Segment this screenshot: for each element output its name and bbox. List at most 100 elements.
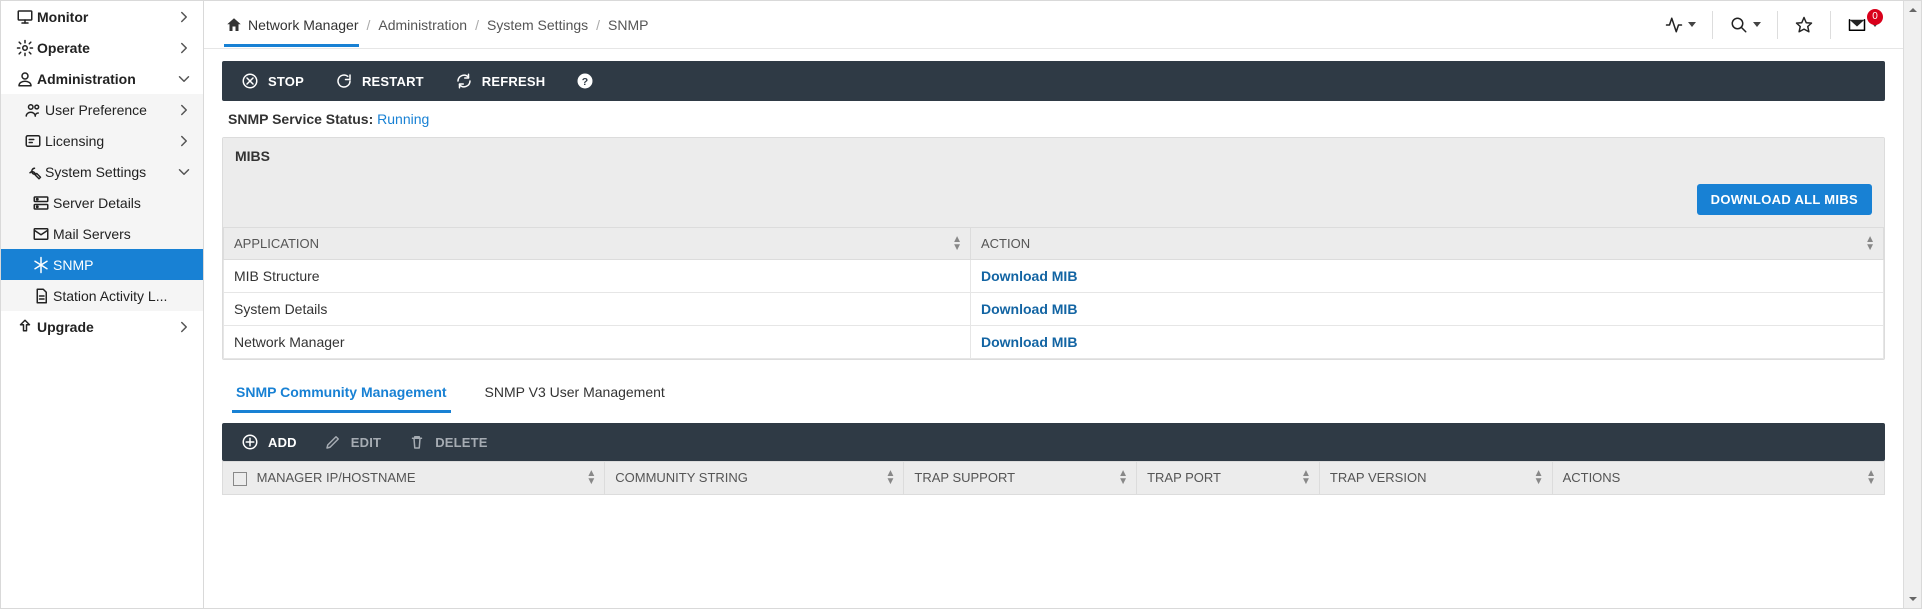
add-button[interactable]: ADD <box>240 432 297 452</box>
stop-button[interactable]: STOP <box>240 71 304 91</box>
breadcrumb-item-2[interactable]: System Settings <box>487 17 588 33</box>
col-application[interactable]: APPLICATION ▲▼ <box>224 228 971 260</box>
favorites-icon[interactable] <box>1794 15 1814 35</box>
col-actions[interactable]: ACTIONS ▲▼ <box>1552 462 1884 495</box>
search-icon[interactable] <box>1729 15 1761 35</box>
breadcrumb-sep: / <box>596 17 600 33</box>
breadcrumb-home-label: Network Manager <box>248 17 359 33</box>
select-all-checkbox[interactable] <box>233 472 247 486</box>
managers-table: MANAGER IP/HOSTNAME ▲▼ COMMUNITY STRING … <box>222 461 1885 495</box>
cell-action: Download MIB <box>971 260 1884 293</box>
sidebar-item-monitor[interactable]: Monitor <box>1 1 203 32</box>
service-status: SNMP Service Status: Running <box>222 101 1885 137</box>
topbar: Network Manager / Administration / Syste… <box>204 1 1903 49</box>
delete-label: DELETE <box>435 435 487 450</box>
download-mib-link[interactable]: Download MIB <box>981 268 1077 284</box>
table-row: MIB StructureDownload MIB <box>224 260 1884 293</box>
activity-icon[interactable] <box>1664 15 1696 35</box>
chevron-right-icon <box>175 131 193 151</box>
sidebar-item-snmp[interactable]: SNMP <box>1 249 203 280</box>
col-trap-port-label: TRAP PORT <box>1147 470 1221 485</box>
cell-action: Download MIB <box>971 293 1884 326</box>
sort-icon: ▲▼ <box>1534 470 1544 486</box>
col-trap-support[interactable]: TRAP SUPPORT ▲▼ <box>904 462 1137 495</box>
home-icon <box>224 15 244 35</box>
sidebar-item-user-pref[interactable]: User Preference <box>1 94 203 125</box>
mibs-rows: MIB StructureDownload MIBSystem Details D… <box>224 260 1884 359</box>
scroll-down-icon[interactable] <box>1904 590 1921 608</box>
mibs-panel: MIBS DOWNLOAD ALL MIBS APPLICATION ▲▼ AC… <box>222 137 1885 360</box>
col-action-label: ACTION <box>981 236 1030 251</box>
restart-label: RESTART <box>362 74 424 89</box>
caret-down-icon <box>1688 22 1696 27</box>
mail-icon <box>29 224 53 244</box>
top-actions: 0 <box>1664 11 1889 39</box>
breadcrumb-item-1[interactable]: Administration <box>378 17 467 33</box>
edit-label: EDIT <box>351 435 381 450</box>
mibs-title: MIBS <box>223 138 1884 174</box>
download-all-mibs-button[interactable]: DOWNLOAD ALL MIBS <box>1697 184 1872 215</box>
col-application-label: APPLICATION <box>234 236 319 251</box>
breadcrumb: Network Manager / Administration / Syste… <box>224 5 648 44</box>
download-mib-link[interactable]: Download MIB <box>981 301 1077 317</box>
col-trap-port[interactable]: TRAP PORT ▲▼ <box>1137 462 1320 495</box>
managers-toolbar: ADD EDIT DELETE <box>222 423 1885 461</box>
refresh-button[interactable]: REFRESH <box>454 71 546 91</box>
chevron-right-icon <box>175 7 193 27</box>
sidebar-item-server-details[interactable]: Server Details <box>1 187 203 218</box>
col-trap-version-label: TRAP VERSION <box>1330 470 1427 485</box>
sidebar-item-station-log[interactable]: Station Activity L... <box>1 280 203 311</box>
cell-application: System Details <box>224 293 971 326</box>
col-ip[interactable]: MANAGER IP/HOSTNAME ▲▼ <box>223 462 605 495</box>
stop-label: STOP <box>268 74 304 89</box>
restart-button[interactable]: RESTART <box>334 71 424 91</box>
sort-icon: ▲▼ <box>1865 236 1875 252</box>
status-value: Running <box>377 111 429 127</box>
col-action[interactable]: ACTION ▲▼ <box>971 228 1884 260</box>
sidebar-item-sys-settings[interactable]: System Settings <box>1 156 203 187</box>
chevron-right-icon <box>175 100 193 120</box>
gear-icon <box>13 38 37 58</box>
tab-v3-users[interactable]: SNMP V3 User Management <box>481 378 669 413</box>
upload-icon <box>13 317 37 337</box>
sidebar-item-label: Administration <box>37 71 175 87</box>
table-row: Network Manager Download MIB <box>224 326 1884 359</box>
edit-button[interactable]: EDIT <box>323 432 381 452</box>
col-trap-version[interactable]: TRAP VERSION ▲▼ <box>1319 462 1552 495</box>
tab-community[interactable]: SNMP Community Management <box>232 378 451 413</box>
help-button[interactable]: ? <box>575 71 595 91</box>
sidebar-item-licensing[interactable]: Licensing <box>1 125 203 156</box>
sidebar-item-mail-servers[interactable]: Mail Servers <box>1 218 203 249</box>
wrench-icon <box>21 162 45 182</box>
breadcrumb-home[interactable]: Network Manager <box>224 5 359 47</box>
main: Network Manager / Administration / Syste… <box>204 1 1903 608</box>
sort-icon: ▲▼ <box>1301 470 1311 486</box>
sidebar-item-upgrade[interactable]: Upgrade <box>1 311 203 342</box>
monitor-icon <box>13 7 37 27</box>
chevron-down-icon <box>175 162 193 182</box>
breadcrumb-item-3[interactable]: SNMP <box>608 17 648 33</box>
cell-application: Network Manager <box>224 326 971 359</box>
scroll-up-icon[interactable] <box>1904 1 1921 19</box>
col-community[interactable]: COMMUNITY STRING ▲▼ <box>605 462 904 495</box>
snow-icon <box>29 255 53 275</box>
download-mib-link[interactable]: Download MIB <box>981 334 1077 350</box>
sidebar-item-operate[interactable]: Operate <box>1 32 203 63</box>
sort-icon: ▲▼ <box>886 470 896 486</box>
notifications-icon[interactable]: 0 <box>1847 15 1889 35</box>
sidebar-item-label: User Preference <box>45 102 175 118</box>
license-icon <box>21 131 45 151</box>
sidebar-item-administration[interactable]: Administration <box>1 63 203 94</box>
sidebar-item-label: System Settings <box>45 164 175 180</box>
content: STOP RESTART REFRESH ? SNMP Service Stat… <box>204 49 1903 608</box>
server-icon <box>29 193 53 213</box>
sidebar-item-label: Upgrade <box>37 319 175 335</box>
sort-icon: ▲▼ <box>1866 470 1876 486</box>
sort-icon: ▲▼ <box>586 470 596 486</box>
refresh-label: REFRESH <box>482 74 546 89</box>
scrollbar[interactable] <box>1903 1 1921 608</box>
caret-down-icon <box>1753 22 1761 27</box>
delete-button[interactable]: DELETE <box>407 432 487 452</box>
sidebar: MonitorOperate Administration User Prefere… <box>1 1 204 608</box>
service-toolbar: STOP RESTART REFRESH ? <box>222 61 1885 101</box>
